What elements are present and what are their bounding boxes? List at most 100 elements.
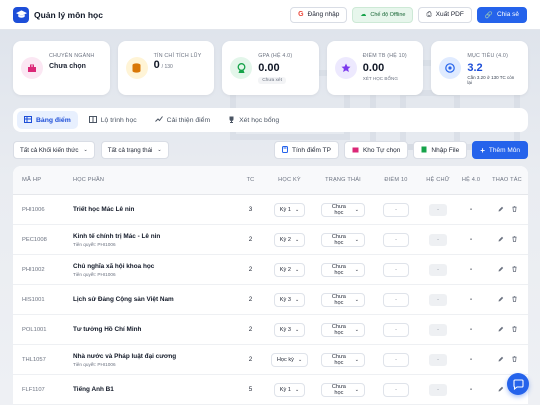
term-select[interactable]: Học kỳ ⌄ — [270, 352, 309, 367]
edit-icon[interactable] — [498, 296, 504, 304]
letter-grade: - — [429, 353, 447, 366]
card-credits-total: / 130 — [161, 64, 173, 70]
add-course-button[interactable]: + Thêm Môn — [472, 141, 528, 159]
edit-icon[interactable] — [498, 326, 504, 334]
status-value: Chưa học — [331, 203, 346, 216]
term-cell: Kỳ 2 ⌄ — [265, 232, 314, 247]
header-credits[interactable]: TC — [236, 177, 265, 183]
header-letter[interactable]: Hệ chữ — [420, 176, 456, 184]
course-name-cell: Lịch sử Đảng Cộng sản Việt Nam — [73, 296, 236, 303]
export-label: Xuất PDF — [435, 11, 464, 18]
status-select[interactable]: Chưa học ⌄ — [321, 352, 365, 367]
tab-transcript[interactable]: Bảng điểm — [17, 111, 78, 129]
chevron-down-icon: ⌄ — [295, 386, 300, 393]
status-value: Chưa học — [331, 263, 346, 276]
status-select[interactable]: Chưa học ⌄ — [321, 232, 365, 247]
term-select[interactable]: Kỳ 3 ⌄ — [273, 322, 306, 337]
table-row: THL1057 Nhà nước và Pháp luật đại cương Ti… — [13, 345, 528, 375]
card-credits-value: 0 — [153, 59, 160, 71]
letter-grade: - — [429, 323, 447, 336]
status-select[interactable]: Chưa học ⌄ — [321, 292, 365, 307]
card-target-label: Mục tiêu (4.0) — [467, 53, 509, 59]
chat-bubble-icon — [512, 378, 524, 390]
score10-input[interactable]: - — [383, 262, 409, 277]
edit-icon[interactable] — [498, 356, 504, 364]
term-cell: Kỳ 3 ⌄ — [265, 322, 314, 337]
card-credits: Tín chỉ tích lũy 0 / 130 — [117, 41, 215, 95]
course-name: Kinh tế chính trị Mác - Lê nin — [73, 232, 161, 240]
trash-icon[interactable] — [512, 205, 517, 214]
edit-icon[interactable] — [498, 386, 504, 394]
term-select[interactable]: Kỳ 2 ⌄ — [273, 232, 306, 247]
score10-cell: - — [372, 262, 420, 277]
status-value: Chưa học — [331, 353, 346, 366]
course-credits: 2 — [248, 356, 253, 363]
header-term[interactable]: Học kỳ — [265, 177, 314, 183]
knowledge-filter-select[interactable]: Tất cả Khối kiến thức ⌄ — [13, 141, 95, 159]
term-select[interactable]: Kỳ 2 ⌄ — [273, 262, 306, 277]
app-title: Quản lý môn học — [34, 9, 103, 20]
score10-input[interactable]: - — [383, 202, 409, 217]
score10-input[interactable]: - — [383, 292, 409, 307]
score4-value: - — [469, 266, 473, 273]
header-name[interactable]: Học phần — [73, 177, 236, 183]
course-credits: 5 — [248, 386, 253, 393]
header-code[interactable]: Mã HP — [13, 177, 73, 183]
share-button[interactable]: 🔗 Chia sẻ — [476, 6, 527, 23]
status-value: Chưa học — [331, 383, 346, 396]
trash-icon[interactable] — [512, 265, 517, 274]
card-target-value: 3.2 — [467, 62, 483, 74]
offline-mode-button[interactable]: ☁ Chế độ Offline — [352, 6, 414, 23]
card-gpa10-label: Điểm TB (hệ 10) — [362, 53, 407, 59]
score10-input[interactable]: - — [383, 352, 409, 367]
calc-tp-button[interactable]: Tính điểm TP — [274, 141, 339, 159]
chat-button[interactable] — [507, 373, 529, 395]
chevron-down-icon: ⌄ — [157, 147, 162, 153]
login-button[interactable]: G Đăng nhập — [290, 6, 348, 23]
course-code: THL1057 — [22, 356, 46, 363]
score10-input[interactable]: - — [383, 322, 409, 337]
spreadsheet-icon — [421, 146, 427, 155]
header-score4[interactable]: Hệ 4.0 — [456, 177, 486, 183]
term-cell: Kỳ 1 ⌄ — [265, 382, 314, 397]
status-select[interactable]: Chưa học ⌄ — [321, 382, 365, 397]
card-target[interactable]: Mục tiêu (4.0) 3.2 Cần 3.20 ở 130 TC còn… — [431, 41, 528, 95]
tab-roadmap[interactable]: Lộ trình học — [82, 111, 144, 129]
trash-icon[interactable] — [512, 325, 517, 334]
status-select[interactable]: Chưa học ⌄ — [321, 202, 365, 217]
term-select[interactable]: Kỳ 3 ⌄ — [273, 292, 306, 307]
import-file-button[interactable]: Nhập File — [413, 141, 468, 159]
trash-icon[interactable] — [512, 235, 517, 244]
status-select[interactable]: Chưa học ⌄ — [321, 322, 365, 337]
status-select[interactable]: Chưa học ⌄ — [321, 262, 365, 277]
edit-icon[interactable] — [498, 206, 504, 214]
edit-icon[interactable] — [498, 236, 504, 244]
elective-repo-button[interactable]: Kho Tự chọn — [343, 141, 409, 159]
calc-tp-label: Tính điểm TP — [292, 146, 331, 154]
trash-icon[interactable] — [512, 295, 517, 304]
score10-input[interactable]: - — [383, 232, 409, 247]
term-select[interactable]: Kỳ 1 ⌄ — [273, 382, 306, 397]
term-value: Kỳ 1 — [279, 386, 291, 393]
header-score10[interactable]: Điểm 10 — [372, 177, 420, 183]
course-credits: 2 — [248, 266, 253, 273]
score4-value: - — [469, 296, 473, 303]
summary-cards: Chuyên ngành Chưa chọn Tín chỉ tích lũy … — [13, 41, 528, 95]
status-filter-select[interactable]: Tất cả trạng thái ⌄ — [100, 141, 169, 159]
top-bar: Quản lý môn học G Đăng nhập ☁ Chế độ Off… — [0, 0, 540, 30]
export-pdf-button[interactable]: ⎙ Xuất PDF — [418, 6, 472, 23]
score10-input[interactable]: - — [383, 382, 409, 397]
score10-cell: - — [372, 202, 420, 217]
trash-icon[interactable] — [512, 355, 517, 364]
term-select[interactable]: Kỳ 1 ⌄ — [273, 202, 306, 217]
card-major[interactable]: Chuyên ngành Chưa chọn — [13, 41, 110, 95]
chevron-down-icon: ⌄ — [354, 326, 359, 333]
status-cell: Chưa học ⌄ — [314, 262, 372, 277]
coins-icon — [125, 57, 148, 79]
edit-icon[interactable] — [498, 266, 504, 274]
score4-value: - — [469, 236, 473, 243]
tab-scholarship[interactable]: Xét học bổng — [221, 111, 286, 129]
tab-improve[interactable]: Cải thiện điểm — [148, 111, 217, 129]
header-status[interactable]: Trạng thái — [314, 177, 372, 183]
table-row: PHI1006 Triết học Mác Lê nin 3 Kỳ 1 ⌄ Chưa họ… — [13, 195, 528, 225]
